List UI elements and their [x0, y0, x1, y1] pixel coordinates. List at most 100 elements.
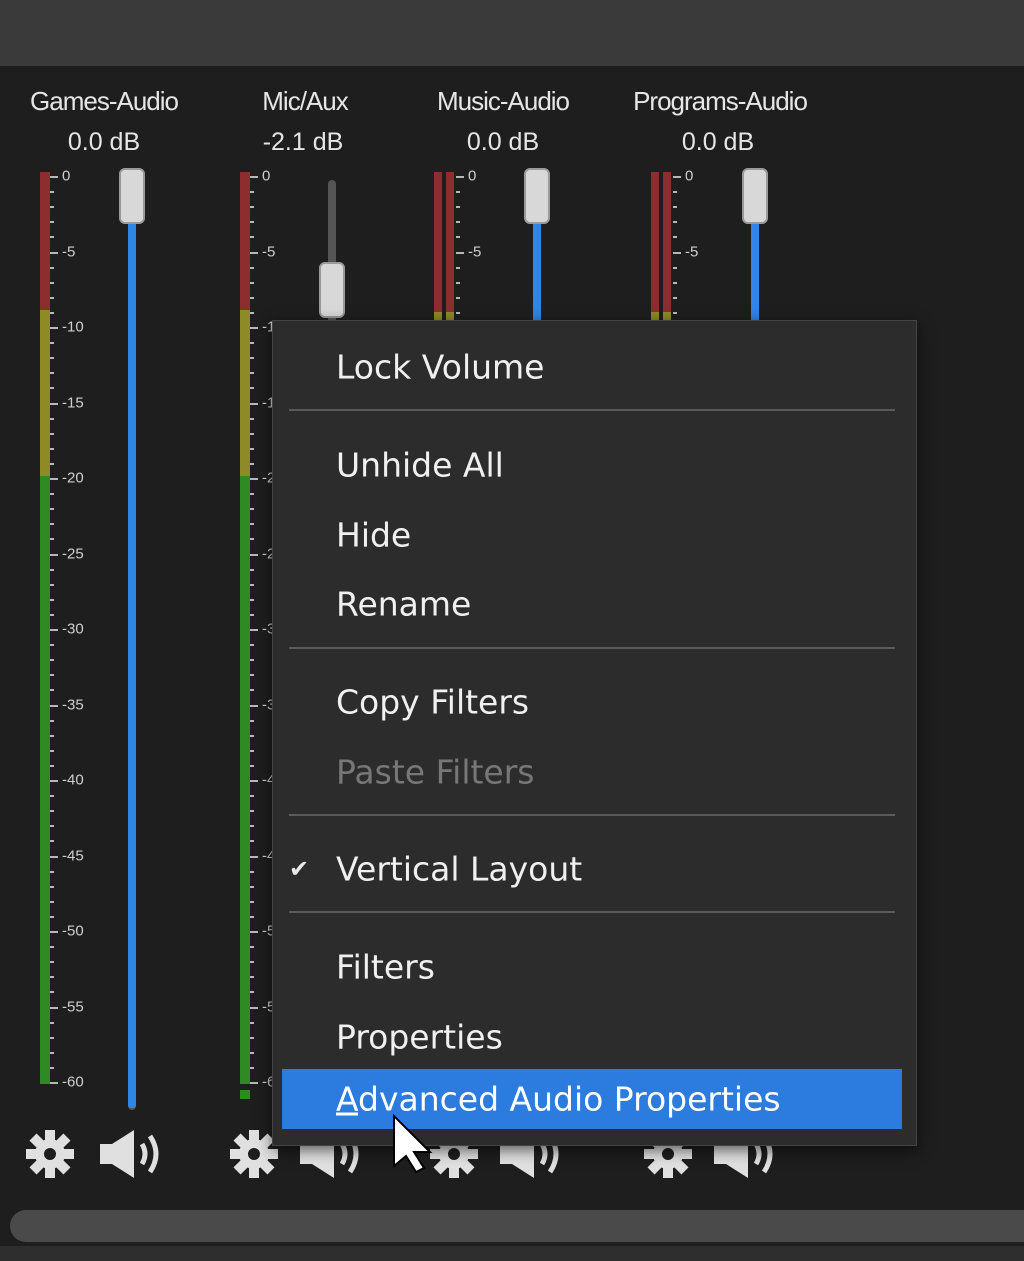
menu-item-label: Properties — [336, 1017, 503, 1057]
meter-scale-label: -5 — [62, 243, 76, 260]
channel-db-mic-aux: -2.1 dB — [262, 128, 344, 156]
menu-item-paste-filters: Paste Filters — [273, 742, 916, 802]
menu-item-hide[interactable]: Hide — [273, 505, 916, 565]
meter-tick — [673, 266, 677, 269]
meter-tick — [50, 493, 54, 496]
menu-item-label: Lock Volume — [336, 347, 545, 387]
horizontal-scrollbar[interactable] — [10, 1210, 1024, 1242]
meter-tick — [50, 931, 58, 933]
meter-tick — [250, 734, 254, 737]
meter-tick — [250, 915, 254, 918]
meter-tick — [250, 900, 254, 903]
meter-tick — [250, 885, 254, 888]
meter-tick — [50, 689, 54, 692]
meter-tick — [250, 553, 258, 556]
meter-red-segment — [240, 172, 250, 310]
menu-item-label: Copy Filters — [336, 682, 530, 722]
meter-tick — [50, 598, 54, 601]
meter-tick — [250, 281, 254, 284]
meter-tick — [50, 432, 54, 435]
meter-tick — [50, 523, 54, 526]
meter-tick — [250, 931, 258, 933]
menu-item-properties[interactable]: Properties — [273, 1007, 916, 1067]
meter-tick — [250, 946, 254, 949]
meter-green-segment — [240, 476, 250, 1084]
meter-tick — [250, 568, 254, 571]
meter-tick — [50, 780, 58, 782]
menu-separator — [289, 911, 895, 913]
meter-tick — [50, 508, 54, 511]
meter-tick — [456, 296, 460, 299]
meter-tick — [250, 629, 258, 631]
volume-slider-handle-games-audio[interactable] — [119, 168, 145, 224]
meter-tick — [50, 357, 54, 360]
menu-label-part: vanced Audio Properties — [378, 1079, 781, 1119]
meter-scale-label: -35 — [62, 696, 84, 713]
menu-item-lock-volume[interactable]: Lock Volume — [273, 337, 916, 397]
menu-item-unhide-all[interactable]: Unhide All — [273, 435, 916, 495]
meter-tick — [673, 176, 681, 178]
menu-item-filters[interactable]: Filters — [273, 937, 916, 997]
meter-tick — [50, 266, 54, 269]
meter-tick — [50, 991, 54, 994]
meter-tick — [250, 613, 254, 616]
meter-tick — [250, 810, 254, 813]
meter-yellow-segment — [240, 310, 250, 476]
channel-db-music-audio: 0.0 dB — [466, 128, 540, 156]
menu-item-advanced-audio-properties[interactable]: Advanced Audio Properties — [282, 1069, 902, 1129]
meter-scale-label: -45 — [62, 847, 84, 864]
meter-tick — [250, 991, 254, 994]
meter-scale-music-audio: 0 -5 — [456, 168, 506, 320]
menu-item-copy-filters[interactable]: Copy Filters — [273, 672, 916, 732]
menu-item-label: Unhide All — [336, 445, 504, 485]
meter-tick — [250, 659, 254, 662]
meter-tick — [250, 825, 254, 828]
meter-tick — [456, 206, 460, 209]
volume-slider-handle-mic-aux[interactable] — [319, 262, 345, 318]
meter-tick — [50, 795, 54, 798]
meter-tick — [50, 659, 54, 662]
meter-tick — [250, 704, 258, 707]
meter-tick — [50, 915, 54, 918]
mouse-pointer-icon — [393, 1113, 433, 1174]
volume-slider-handle-programs-audio[interactable] — [742, 168, 768, 224]
menu-separator — [289, 409, 895, 411]
meter-tick — [456, 191, 460, 194]
meter-tick — [50, 1021, 54, 1024]
menu-label-part: d — [358, 1079, 379, 1119]
volume-slider-handle-music-audio[interactable] — [524, 168, 550, 224]
channel-name-mic-aux: Mic/Aux — [262, 86, 348, 116]
meter-tick — [250, 1036, 254, 1039]
meter-tick — [50, 810, 54, 813]
meter-tick — [50, 281, 54, 284]
meter-tick — [50, 825, 54, 828]
channel-name-programs-audio: Programs-Audio — [633, 86, 808, 116]
meter-scale-label: -60 — [62, 1073, 84, 1091]
meter-tick — [50, 251, 58, 254]
meter-tick — [50, 704, 58, 707]
meter-green-segment — [40, 476, 50, 1084]
meter-tick — [250, 372, 254, 375]
bottom-border — [0, 1246, 1024, 1261]
meter-tick — [50, 900, 54, 903]
meter-scale-label: -25 — [62, 545, 84, 562]
meter-tick — [50, 946, 54, 949]
meter-tick — [456, 176, 464, 178]
speaker-icon[interactable] — [98, 1128, 170, 1180]
channel-db-games-audio: 0.0 dB — [67, 128, 141, 156]
meter-tick — [250, 689, 254, 692]
meter-scale-label: -40 — [62, 771, 84, 789]
meter-tick — [250, 976, 254, 979]
meter-tick — [50, 870, 54, 873]
meter-tick — [50, 764, 54, 767]
meter-tick — [250, 311, 254, 314]
gear-icon[interactable] — [24, 1128, 76, 1180]
meter-tick — [673, 281, 677, 284]
meter-scale-programs-audio: 0 -5 — [673, 168, 723, 320]
menu-item-rename[interactable]: Rename — [273, 574, 916, 634]
menu-item-vertical-layout[interactable]: ✔ Vertical Layout — [273, 839, 916, 899]
menu-item-label: Hide — [336, 515, 412, 555]
meter-tick — [673, 236, 677, 239]
meter-tick — [456, 266, 460, 269]
meter-tick — [673, 221, 677, 224]
